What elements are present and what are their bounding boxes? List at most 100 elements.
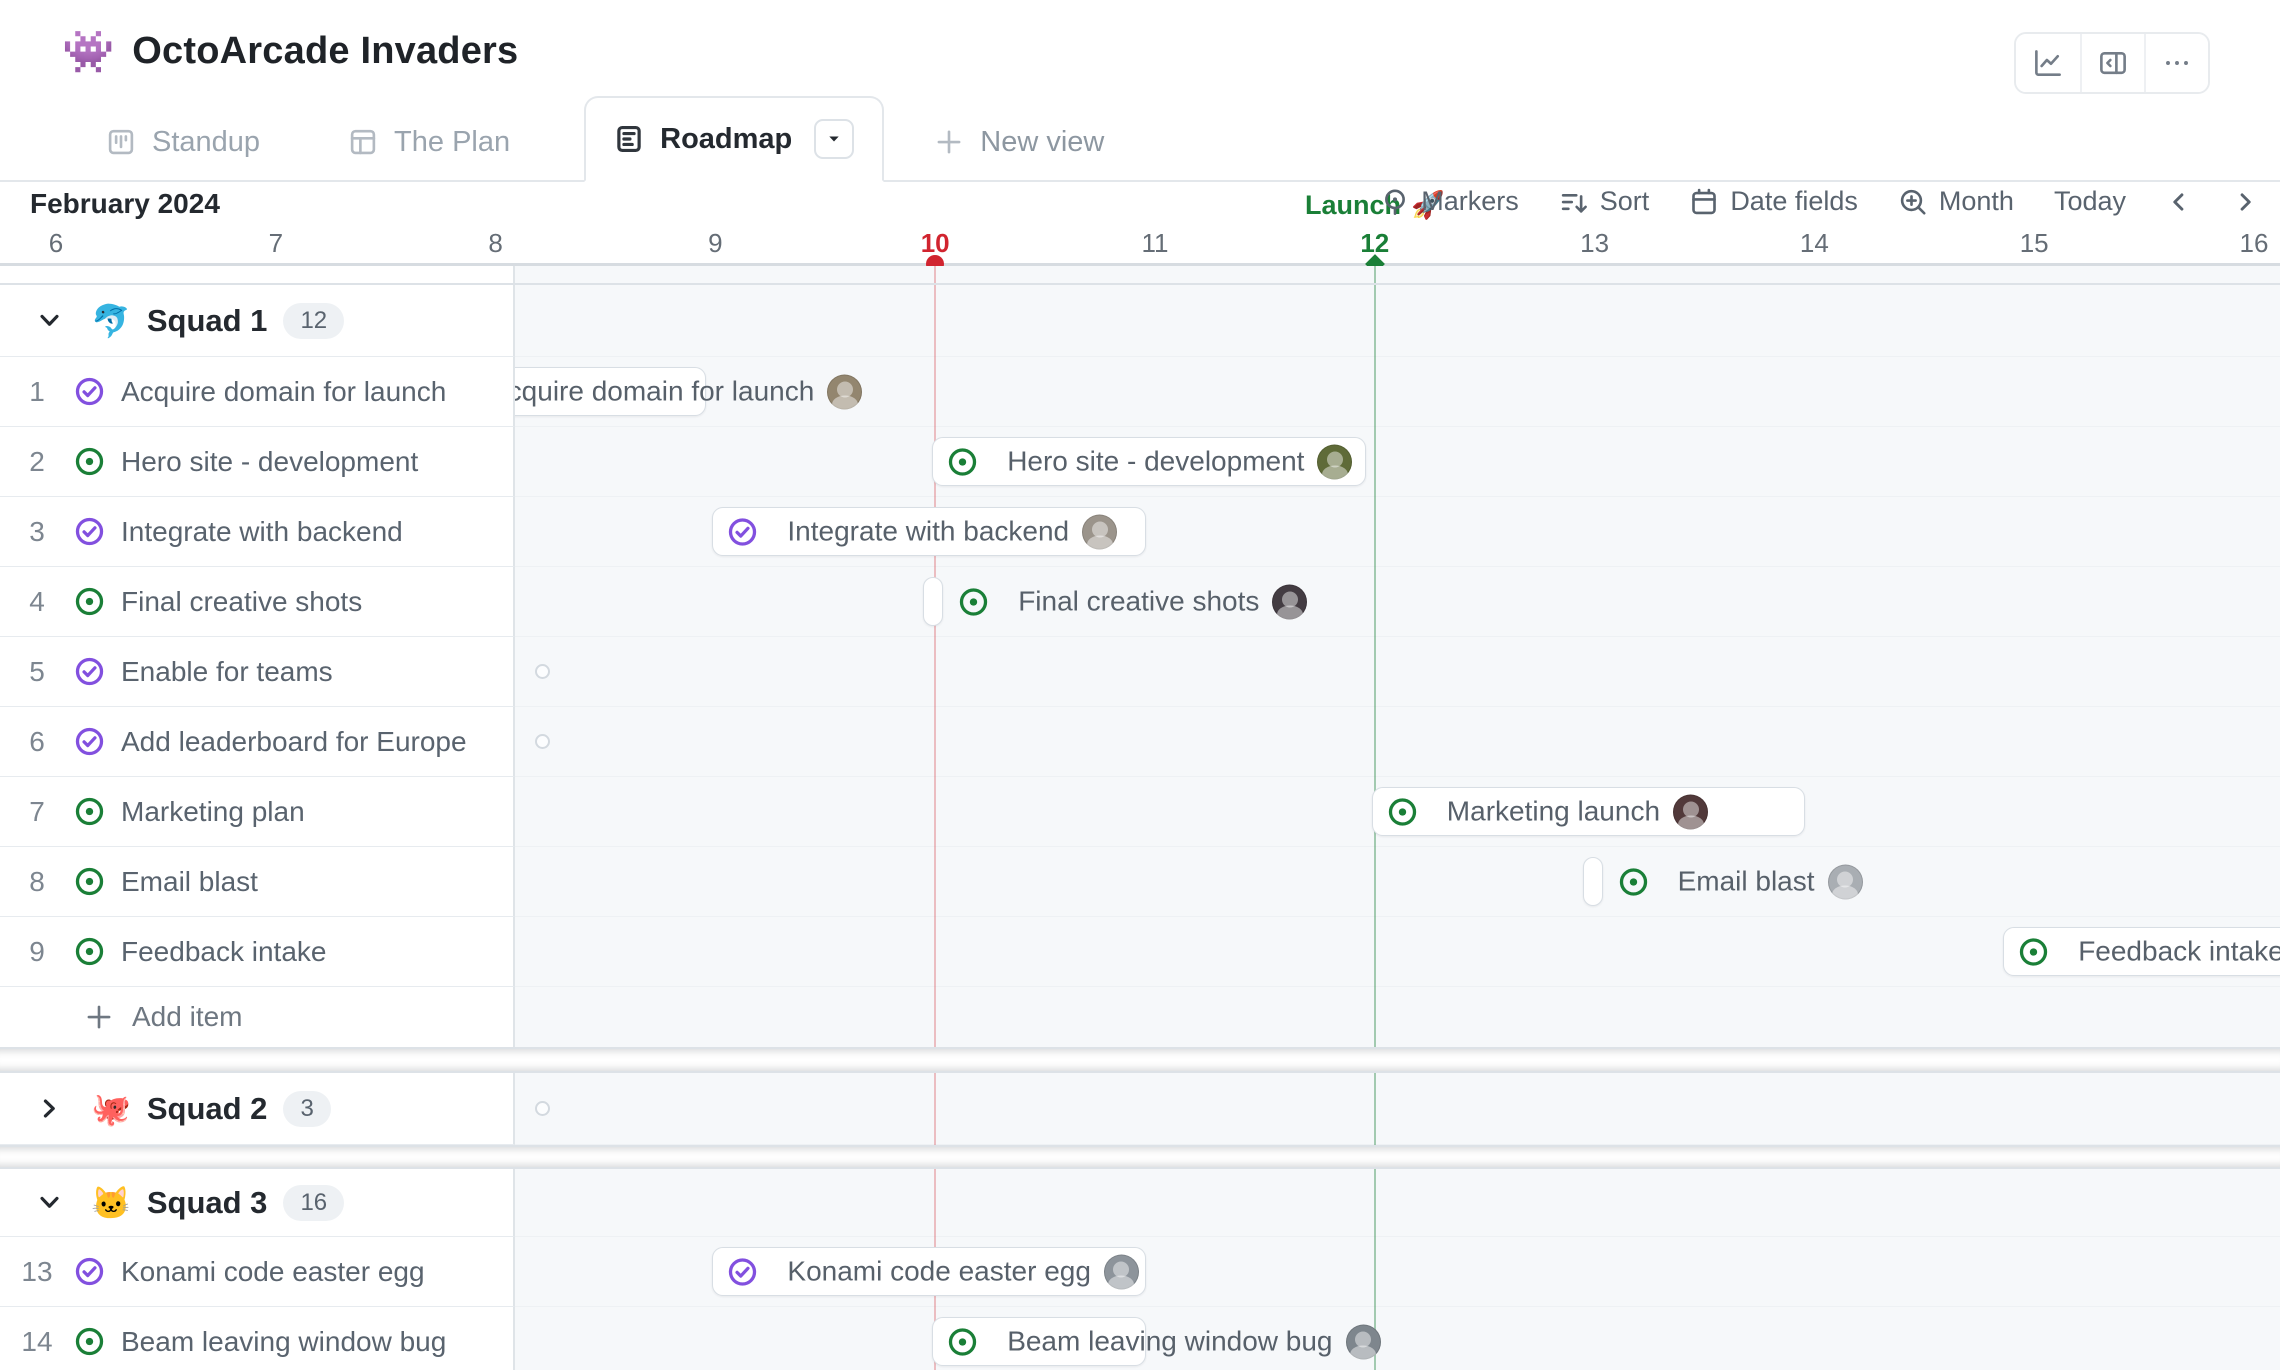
offscreen-item-indicator[interactable] [535, 734, 550, 749]
table-row-sidebar-cell[interactable]: 13Konami code easter egg [0, 1237, 515, 1307]
bar-title: Marketing launch [1447, 796, 1660, 828]
tab-roadmap[interactable]: Roadmap [584, 96, 884, 182]
group-header-2-timeline-cell [515, 1073, 2280, 1145]
issue-open-icon [1618, 866, 1649, 897]
group-collapse-toggle[interactable] [36, 307, 63, 334]
toolbar-next-button[interactable] [2232, 189, 2258, 215]
timeline-bar[interactable]: Final creative shots [923, 577, 943, 626]
add-item-row: Add item [0, 987, 2280, 1047]
bar-title: Email blast [1678, 866, 1815, 898]
kebab-icon [2162, 48, 2192, 78]
toolbar-today-button[interactable]: Today [2054, 186, 2126, 217]
new-view-button[interactable]: New view [920, 102, 1118, 182]
table-row-timeline-cell [515, 637, 2280, 707]
assignee-avatar [1317, 444, 1352, 479]
group-header-1-sidebar-cell[interactable]: 🐬Squad 112 [0, 285, 515, 357]
table-row-timeline-cell: Marketing launch [515, 777, 2280, 847]
table-row: 4 Final creative shots Final creative shot… [0, 567, 2280, 637]
toolbar-month-button[interactable]: Month [1898, 186, 2014, 217]
timeline-bar[interactable]: Hero site - development [932, 437, 1366, 486]
day-label-7: 7 [269, 228, 283, 259]
row-number: 4 [0, 586, 74, 618]
toolbar-markers-button[interactable]: Markers [1380, 186, 1519, 217]
timeline-bar[interactable]: Email blast [1583, 857, 1603, 906]
group-header-1-timeline-cell [515, 285, 2280, 357]
tab-standup[interactable]: Standup [92, 102, 274, 182]
assignee-avatar [1673, 794, 1708, 829]
timeline-bar[interactable]: Integrate with backend [712, 507, 1146, 556]
toolbar-prev-button[interactable] [2166, 189, 2192, 215]
group-gap [0, 1049, 2280, 1071]
item-title: Feedback intake [121, 936, 326, 968]
toolbar-date-fields-button[interactable]: Date fields [1689, 186, 1858, 217]
day-label-8: 8 [488, 228, 502, 259]
timeline-bar[interactable]: Konami code easter egg [712, 1247, 1146, 1296]
timeline-bar-label: Beam leaving window bug [947, 1324, 1380, 1359]
row-number: 13 [0, 1256, 74, 1288]
group-header-2-sidebar-cell[interactable]: 🐙Squad 23 [0, 1073, 515, 1145]
day-label-15: 15 [2020, 228, 2049, 259]
view-options-caret-button[interactable] [814, 119, 854, 159]
issue-open-icon [1387, 796, 1418, 827]
tab-label: Standup [152, 126, 260, 159]
timeline-bar-label: Final creative shots [958, 584, 1307, 619]
table-row-timeline-cell: Beam leaving window bug [515, 1307, 2280, 1370]
more-options-button[interactable] [2144, 34, 2208, 92]
timeline-bar-label: Integrate with backend [727, 514, 1117, 549]
timeline-bar[interactable]: Feedback intake [2003, 927, 2280, 976]
table-row-sidebar-cell[interactable]: 3Integrate with backend [0, 497, 515, 567]
plus-icon [84, 1002, 114, 1032]
timeline-bar[interactable]: Marketing launch [1372, 787, 1806, 836]
group-collapse-toggle[interactable] [36, 1189, 63, 1216]
issue-open-icon [947, 1326, 978, 1357]
table-row: 3Integrate with backend Integrate with ba… [0, 497, 2280, 567]
issue-closed-icon [74, 1256, 105, 1287]
item-title: Final creative shots [121, 586, 362, 618]
toolbar-label: Month [1939, 186, 2014, 217]
date-axis: 678910111213141516 [0, 228, 2280, 266]
table-row-sidebar-cell[interactable]: 9Feedback intake [0, 917, 515, 987]
table-row-sidebar-cell[interactable]: 8Email blast [0, 847, 515, 917]
offscreen-item-indicator[interactable] [535, 664, 550, 679]
table-row-sidebar-cell[interactable]: 6Add leaderboard for Europe [0, 707, 515, 777]
bar-title: Final creative shots [1018, 586, 1259, 618]
side-panel-button[interactable] [2080, 34, 2144, 92]
assignee-avatar [827, 374, 862, 409]
table-icon [348, 127, 378, 157]
add-item-row-sidebar-cell[interactable]: Add item [0, 987, 515, 1047]
table-row: 7Marketing plan Marketing launch [0, 777, 2280, 847]
group-name: Squad 1 [147, 303, 268, 339]
calendar-icon [1689, 187, 1719, 217]
marker-line [1374, 285, 1376, 1047]
table-row-sidebar-cell[interactable]: 4 Final creative shots [0, 567, 515, 637]
page-title: 👾 OctoArcade Invaders [62, 30, 518, 73]
row-number: 3 [0, 516, 74, 548]
item-title: Add leaderboard for Europe [121, 726, 467, 758]
group-header-3-timeline-cell [515, 1169, 2280, 1237]
chevron-left-icon [2166, 189, 2192, 215]
table-row-sidebar-cell[interactable]: 1Acquire domain for launch [0, 357, 515, 427]
add-item-button[interactable]: Add item [84, 1001, 243, 1033]
row-number: 2 [0, 446, 74, 478]
project-name: OctoArcade Invaders [132, 30, 518, 73]
group-3: 🐱Squad 31613Konami code easter egg Konami… [0, 1167, 2280, 1370]
offscreen-item-indicator[interactable] [535, 1101, 550, 1116]
timeline-bar-label: Email blast [1618, 864, 1863, 899]
issue-open-icon [74, 936, 105, 967]
axis-spacer-row-sidebar-cell[interactable] [0, 266, 515, 283]
assignee-avatar [1828, 864, 1863, 899]
row-number: 5 [0, 656, 74, 688]
table-row-sidebar-cell[interactable]: 7Marketing plan [0, 777, 515, 847]
roadmap-toolbar: February 2024 Launch 🚀 MarkersSortDate f… [0, 184, 2280, 230]
item-title: Hero site - development [121, 446, 418, 478]
insights-button[interactable] [2016, 34, 2080, 92]
timeline-bar[interactable]: Beam leaving window bug [932, 1317, 1146, 1366]
toolbar-sort-button[interactable]: Sort [1559, 186, 1650, 217]
tab-the-plan[interactable]: The Plan [334, 102, 524, 182]
table-row-sidebar-cell[interactable]: 2 Hero site - development [0, 427, 515, 497]
table-row-sidebar-cell[interactable]: 5Enable for teams [0, 637, 515, 707]
group-collapse-toggle[interactable] [36, 1095, 63, 1122]
table-row-sidebar-cell[interactable]: 14Beam leaving window bug [0, 1307, 515, 1370]
issue-closed-icon [74, 726, 105, 757]
group-header-3-sidebar-cell[interactable]: 🐱Squad 316 [0, 1169, 515, 1237]
